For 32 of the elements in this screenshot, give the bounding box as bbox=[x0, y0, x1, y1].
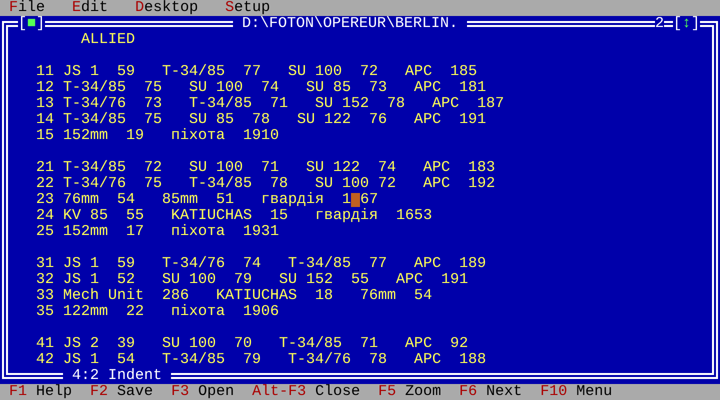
text-line: 22 T-34/76 75 T-34/85 78 SU 100 72 APC 192 bbox=[36, 175, 496, 192]
text-line: 42 JS 1 54 T-34/85 79 T-34/76 78 APC 188 bbox=[36, 351, 486, 368]
text-line: 25 152mm 17 піхота 1931 bbox=[36, 223, 280, 240]
text-line: 13 T-34/76 73 T-34/85 71 SU 152 78 APC 187 bbox=[36, 95, 504, 112]
function-key-button[interactable]: F2 Save bbox=[90, 384, 154, 400]
function-key-button[interactable]: Alt-F3 Close bbox=[252, 384, 360, 400]
text-line: 33 Mech Unit 286 KATIUCHAS 18 76mm 54 bbox=[36, 287, 432, 304]
text-line: 32 JS 1 52 SU 100 79 SU 152 55 APC 191 bbox=[36, 271, 468, 288]
zoom-button[interactable]: [↕] bbox=[672, 16, 700, 32]
text-line: 14 T-34/85 75 SU 85 78 SU 122 76 APC 191 bbox=[36, 111, 486, 128]
function-key-button[interactable]: F5 Zoom bbox=[378, 384, 442, 400]
function-key-button[interactable]: F6 Next bbox=[459, 384, 522, 400]
text-line: 15 152mm 19 піхота 1910 bbox=[36, 127, 280, 144]
text-line: 12 T-34/85 75 SU 100 74 SU 85 73 APC 181 bbox=[36, 79, 486, 96]
function-key-button[interactable]: F3 Open bbox=[171, 384, 234, 400]
menu-item[interactable]: Desktop bbox=[126, 0, 208, 16]
text-line: 11 JS 1 59 T-34/85 77 SU 100 72 APC 185 bbox=[36, 63, 478, 80]
function-key-button[interactable]: F10 Menu bbox=[540, 384, 612, 400]
text-line: 21 T-34/85 72 SU 100 71 SU 122 74 APC 183 bbox=[36, 159, 496, 176]
function-key-button[interactable]: F1 Help bbox=[9, 384, 72, 400]
menu-item[interactable]: Edit bbox=[63, 0, 118, 16]
text-line: 67 bbox=[360, 192, 378, 208]
text-line: 31 JS 1 59 T-34/76 74 T-34/85 77 APC 189 bbox=[36, 255, 486, 272]
text-line: 23 76mm 54 85mm 51 гвардія 1 bbox=[36, 192, 352, 208]
text-cursor bbox=[351, 193, 360, 207]
text-line: 41 JS 2 39 SU 100 70 T-34/85 71 APC 92 bbox=[36, 335, 468, 352]
close-button[interactable]: [■] bbox=[18, 16, 46, 32]
heading: ALLIED bbox=[80, 32, 136, 48]
menu-item[interactable]: Setup bbox=[216, 0, 280, 16]
text-line: 35 122mm 22 піхота 1906 bbox=[36, 303, 280, 320]
menu-item[interactable]: File bbox=[0, 0, 54, 16]
text-line: 24 KV 85 55 KATIUCHAS 15 гвардія 1653 bbox=[36, 207, 432, 224]
